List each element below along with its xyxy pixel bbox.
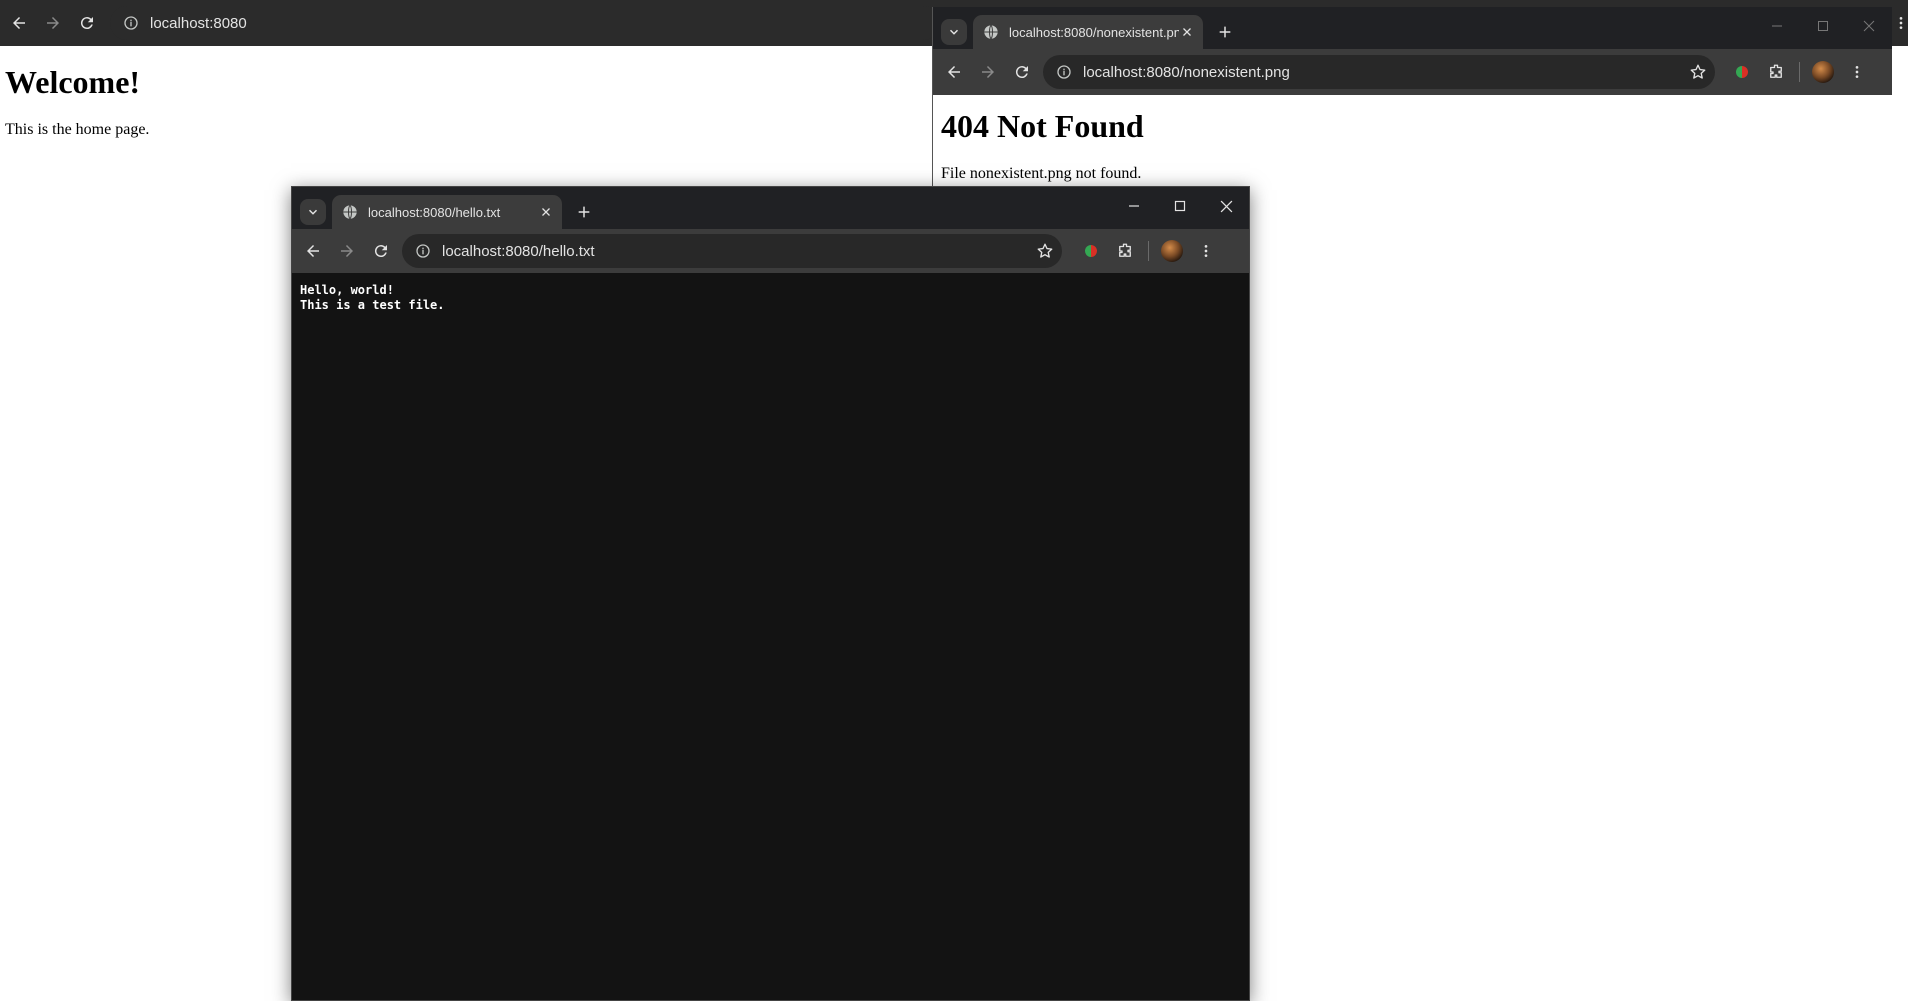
extensions-button[interactable] <box>1108 242 1142 260</box>
page-content-home: Welcome! This is the home page. <box>0 46 930 186</box>
forward-button[interactable] <box>36 6 70 40</box>
reload-button[interactable] <box>364 234 398 268</box>
extensions-button[interactable] <box>1759 63 1793 81</box>
close-icon <box>1220 200 1232 212</box>
maximize-button[interactable] <box>1800 7 1846 45</box>
address-bar[interactable]: localhost:8080 <box>110 6 940 40</box>
bookmark-star-button[interactable] <box>1028 242 1062 260</box>
toolbar-separator <box>1799 62 1800 82</box>
menu-button[interactable] <box>1840 64 1874 80</box>
globe-icon <box>984 24 998 40</box>
arrow-left-icon <box>13 17 25 29</box>
tab-search-button[interactable] <box>941 19 967 45</box>
arrow-right-icon <box>341 245 353 257</box>
arrow-right-icon <box>47 17 59 29</box>
tab-title: localhost:8080/hello.txt <box>368 204 501 220</box>
page-title: Welcome! <box>5 64 141 100</box>
extension-dot-icon <box>1736 66 1748 78</box>
forward-button[interactable] <box>971 55 1005 89</box>
toolbar-separator <box>1148 241 1149 261</box>
arrow-left-icon <box>948 66 960 78</box>
profile-button[interactable] <box>1806 61 1840 83</box>
forward-button[interactable] <box>330 234 364 268</box>
menu-button[interactable] <box>1189 243 1223 259</box>
profile-button[interactable] <box>1155 240 1189 262</box>
reload-icon <box>374 245 387 258</box>
bookmark-star-button[interactable] <box>1681 63 1715 81</box>
tab-hello[interactable]: localhost:8080/hello.txt <box>332 195 562 229</box>
tab-close-button[interactable] <box>1179 24 1195 40</box>
browser-window-hello: localhost:8080/hello.txt localhost:8080/… <box>291 186 1250 1001</box>
plus-icon <box>578 206 590 218</box>
new-tab-button[interactable] <box>1211 18 1239 46</box>
kebab-menu-icon <box>1855 66 1859 78</box>
puzzle-icon <box>1119 243 1131 257</box>
page-paragraph: This is the home page. <box>5 121 150 138</box>
kebab-menu-icon <box>1899 17 1903 29</box>
browser-toolbar: localhost:8080/hello.txt <box>292 229 1249 273</box>
tab-nonexistent[interactable]: localhost:8080/nonexistent.png <box>973 15 1203 49</box>
close-icon <box>542 208 550 216</box>
text-line-2: This is a test file. <box>300 298 445 312</box>
arrow-right-icon <box>982 66 994 78</box>
maximize-icon <box>1174 200 1186 212</box>
window-controls <box>1111 187 1249 229</box>
address-bar[interactable]: localhost:8080/hello.txt <box>402 234 1062 268</box>
reload-icon <box>1015 66 1028 79</box>
minimize-button[interactable] <box>1754 7 1800 45</box>
kebab-menu-icon <box>1204 245 1208 257</box>
reload-icon <box>80 17 93 30</box>
window-controls <box>1754 7 1892 49</box>
reload-button[interactable] <box>1005 55 1039 89</box>
tab-close-button[interactable] <box>538 204 554 220</box>
avatar <box>1161 240 1183 262</box>
extension-button[interactable] <box>1074 245 1108 257</box>
minimize-button[interactable] <box>1111 187 1157 225</box>
info-icon[interactable] <box>410 243 436 259</box>
back-button[interactable] <box>2 6 36 40</box>
tab-strip: localhost:8080/hello.txt <box>292 187 1249 229</box>
info-icon[interactable] <box>118 15 144 31</box>
page-title: 404 Not Found <box>941 108 1144 144</box>
maximize-button[interactable] <box>1157 187 1203 225</box>
address-url: localhost:8080/nonexistent.png <box>1083 63 1290 81</box>
star-icon <box>1037 243 1053 258</box>
address-url: localhost:8080/hello.txt <box>442 242 595 260</box>
puzzle-icon <box>1770 64 1782 78</box>
minimize-icon <box>1129 205 1139 207</box>
text-viewer: Hello, world! This is a test file. <box>292 273 1249 1000</box>
arrow-left-icon <box>307 245 319 257</box>
close-icon <box>1183 28 1191 36</box>
maximize-icon <box>1818 21 1828 31</box>
back-button[interactable] <box>937 55 971 89</box>
back-button[interactable] <box>296 234 330 268</box>
page-content-404: 404 Not Found File nonexistent.png not f… <box>933 95 1892 193</box>
info-icon[interactable] <box>1051 64 1077 80</box>
close-window-button[interactable] <box>1203 187 1249 225</box>
right-edge-kebab[interactable] <box>1894 8 1908 38</box>
text-line-1: Hello, world! <box>300 283 394 297</box>
globe-icon <box>343 204 357 220</box>
plus-icon <box>1219 26 1231 38</box>
address-bar[interactable]: localhost:8080/nonexistent.png <box>1043 55 1715 89</box>
close-window-button[interactable] <box>1846 7 1892 45</box>
avatar <box>1812 61 1834 83</box>
minimize-icon <box>1772 25 1782 27</box>
chevron-down-icon <box>949 29 959 35</box>
close-icon <box>1863 20 1875 32</box>
extension-button[interactable] <box>1725 66 1759 78</box>
reload-button[interactable] <box>70 6 104 40</box>
extension-dot-icon <box>1085 245 1097 257</box>
browser-toolbar: localhost:8080/nonexistent.png <box>933 49 1892 95</box>
tab-search-button[interactable] <box>300 199 326 225</box>
chevron-down-icon <box>308 209 318 215</box>
address-url: localhost:8080 <box>150 14 247 32</box>
star-icon <box>1690 64 1706 79</box>
new-tab-button[interactable] <box>570 198 598 226</box>
tab-title: localhost:8080/nonexistent.png <box>1009 24 1179 40</box>
tab-strip: localhost:8080/nonexistent.png <box>933 7 1892 49</box>
page-paragraph: File nonexistent.png not found. <box>941 165 1142 182</box>
